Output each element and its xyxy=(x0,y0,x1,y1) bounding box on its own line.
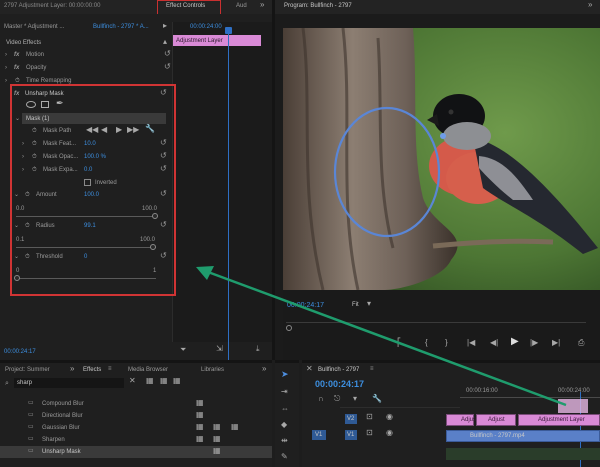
annotation-arrow xyxy=(196,266,567,407)
